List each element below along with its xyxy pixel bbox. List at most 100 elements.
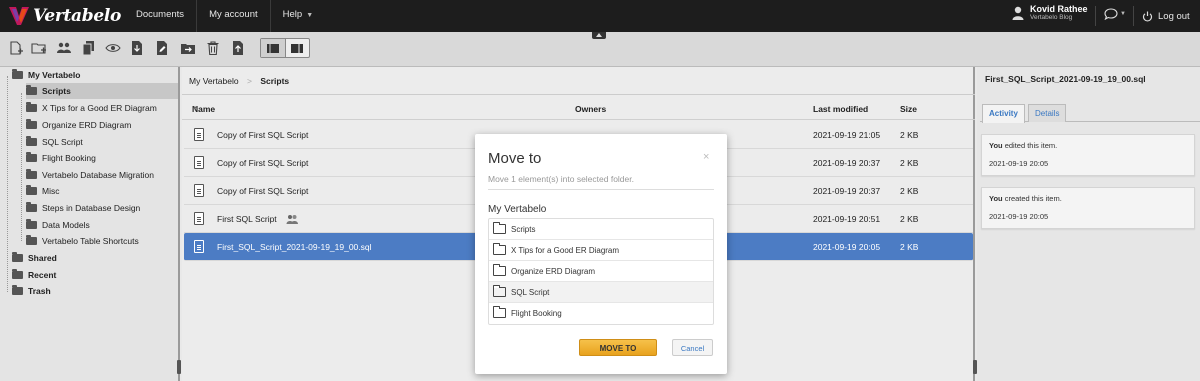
folder-option-label: Organize ERD Diagram [511, 267, 596, 276]
chat-button[interactable]: ▼ [1104, 8, 1126, 20]
activity-card: You edited this item. 2021-09-19 20:05 [981, 134, 1195, 176]
logout-label: Log out [1158, 10, 1190, 22]
folder-icon [26, 202, 37, 212]
folder-icon [12, 252, 23, 262]
column-header-size[interactable]: Size [900, 98, 917, 120]
tab-details[interactable]: Details [1028, 104, 1067, 122]
tree-label: Misc [42, 186, 60, 196]
tree-item-x-tips[interactable]: X Tips for a Good ER Diagram [26, 100, 157, 116]
folder-option-label: SQL Script [511, 288, 550, 297]
shared-users-icon [286, 215, 298, 224]
tree-label: Data Models [42, 220, 90, 230]
row-name: Copy of First SQL Script [217, 158, 309, 168]
close-icon[interactable]: × [703, 151, 709, 163]
top-bar: Vertabelo Documents My account Help ▼ Kov… [0, 0, 1200, 32]
top-nav: Documents My account Help ▼ [124, 0, 325, 32]
tree-connector [7, 76, 8, 292]
folder-option-scripts[interactable]: Scripts [489, 219, 713, 240]
dialog-title: Move to [488, 150, 542, 167]
folder-icon [12, 285, 23, 295]
user-name: Kovid Rathee [1030, 4, 1088, 14]
folder-option-sql-script[interactable]: SQL Script [489, 282, 713, 303]
sidebar-resize-handle[interactable] [177, 360, 181, 374]
nav-help[interactable]: Help ▼ [271, 0, 325, 32]
column-header-last-modified[interactable]: Last modified [813, 98, 868, 120]
tree-item-recent[interactable]: Recent [12, 267, 56, 283]
folder-icon [493, 243, 506, 255]
details-title: First_SQL_Script_2021-09-19_19_00.sql [985, 74, 1146, 84]
folder-icon [493, 264, 506, 276]
chevron-down-icon: ▼ [306, 12, 314, 19]
activity-actor: You [989, 194, 1003, 203]
user-info: Kovid Rathee Vertabelo Blog [1030, 4, 1088, 22]
tree-connector [21, 93, 22, 241]
tree-item-table-shortcuts[interactable]: Vertabelo Table Shortcuts [26, 233, 139, 249]
collapse-toolbar-handle[interactable] [592, 32, 606, 39]
folder-option-label: Flight Booking [511, 309, 562, 318]
tree-item-trash[interactable]: Trash [12, 283, 51, 299]
activity-card: You created this item. 2021-09-19 20:05 [981, 187, 1195, 229]
row-last-modified: 2021-09-19 20:37 [813, 186, 881, 196]
activity-actor: You [989, 141, 1003, 150]
upload-icon[interactable] [230, 40, 246, 56]
tab-activity[interactable]: Activity [982, 104, 1025, 123]
row-size: 2 KB [900, 214, 919, 224]
tree-root-my-vertabelo[interactable]: My Vertabelo [12, 67, 80, 83]
list-view-button[interactable] [261, 39, 285, 57]
new-document-icon[interactable] [8, 40, 24, 56]
copy-icon[interactable] [81, 40, 97, 56]
tree-label: Vertabelo Database Migration [42, 170, 154, 180]
chat-bubble-icon [1104, 8, 1118, 20]
row-size: 2 KB [900, 158, 919, 168]
toolbar [0, 32, 1200, 67]
move-icon[interactable] [180, 40, 196, 56]
tree-label: Organize ERD Diagram [42, 120, 132, 130]
folder-option-flight-booking[interactable]: Flight Booking [489, 303, 713, 324]
row-name: Copy of First SQL Script [217, 130, 309, 140]
folder-picker-list[interactable]: Scripts X Tips for a Good ER Diagram Org… [488, 218, 714, 325]
user-menu[interactable]: Kovid Rathee Vertabelo Blog [1012, 4, 1088, 22]
tree-item-steps-database-design[interactable]: Steps in Database Design [26, 200, 140, 216]
sql-file-icon [194, 184, 204, 197]
breadcrumb-root[interactable]: My Vertabelo [189, 76, 239, 86]
folder-icon [26, 119, 37, 129]
nav-label: Help [282, 9, 303, 20]
tree-item-sql-script[interactable]: SQL Script [26, 134, 83, 150]
row-name: First SQL Script [217, 214, 277, 224]
new-folder-icon[interactable] [31, 40, 47, 56]
move-to-button[interactable]: MOVE TO [579, 339, 657, 356]
nav-documents[interactable]: Documents [124, 0, 198, 32]
folder-option-organize-erd[interactable]: Organize ERD Diagram [489, 261, 713, 282]
tree-item-shared[interactable]: Shared [12, 250, 57, 266]
view-icon[interactable] [105, 40, 121, 56]
sql-file-icon [194, 212, 204, 225]
vertabelo-logo-icon [9, 7, 29, 25]
activity-time: 2021-09-19 20:05 [989, 159, 1049, 168]
tree-label: My Vertabelo [28, 70, 81, 80]
folder-option-label: Scripts [511, 225, 536, 234]
tree-item-data-models[interactable]: Data Models [26, 217, 90, 233]
delete-icon[interactable] [205, 40, 221, 56]
download-icon[interactable] [129, 40, 145, 56]
detail-view-button[interactable] [284, 39, 310, 57]
nav-my-account[interactable]: My account [197, 0, 271, 32]
tree-item-scripts[interactable]: Scripts [26, 83, 178, 99]
folder-icon [493, 285, 506, 297]
folder-icon [26, 219, 37, 229]
breadcrumb-current: Scripts [260, 76, 290, 86]
app-logo[interactable]: Vertabelo [8, 6, 121, 26]
folder-option-label: X Tips for a Good ER Diagram [511, 246, 620, 255]
folder-option-x-tips[interactable]: X Tips for a Good ER Diagram [489, 240, 713, 261]
tree-item-organize-erd[interactable]: Organize ERD Diagram [26, 117, 131, 133]
column-header-owners[interactable]: Owners [575, 98, 606, 120]
tree-item-misc[interactable]: Misc [26, 183, 59, 199]
cancel-button[interactable]: Cancel [672, 339, 713, 356]
tree-item-database-migration[interactable]: Vertabelo Database Migration [26, 167, 154, 183]
share-icon[interactable] [56, 40, 72, 56]
divider [1095, 6, 1096, 26]
edit-icon[interactable] [154, 40, 170, 56]
list-view-icon [266, 43, 279, 53]
table-header: Name ▼ Owners Last modified Size [182, 98, 975, 120]
tree-item-flight-booking[interactable]: Flight Booking [26, 150, 96, 166]
logout-button[interactable]: Log out [1142, 0, 1190, 32]
